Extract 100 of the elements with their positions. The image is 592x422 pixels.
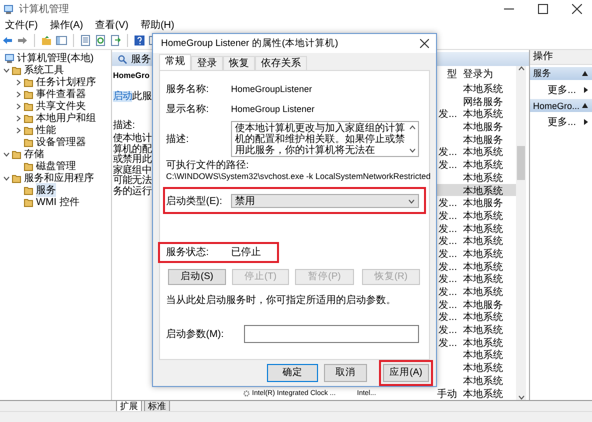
tree-item[interactable]: 存储 — [0, 148, 111, 160]
view-tab[interactable]: 标准 — [144, 401, 170, 412]
scroll-up-icon[interactable] — [518, 66, 524, 71]
description-text: 算机的配 — [113, 144, 152, 154]
description-text: 使本地计 — [113, 134, 152, 144]
start-link[interactable]: 启动 — [113, 91, 132, 102]
expander-icon[interactable] — [15, 102, 22, 110]
group-header[interactable]: 服务 — [530, 67, 592, 80]
column-header[interactable]: 登录为 — [461, 67, 516, 81]
folder-icon[interactable] — [41, 35, 52, 46]
search-icon — [118, 54, 127, 64]
export-icon[interactable] — [110, 35, 121, 46]
field-value: HomeGroupListener — [231, 84, 314, 94]
window-title: 计算机管理 — [19, 2, 69, 16]
expander-icon[interactable] — [3, 66, 10, 74]
table-cell-text: 发... — [438, 108, 458, 122]
dialog-button[interactable]: 应用(A) — [383, 364, 429, 382]
description-label: 描述: — [113, 120, 135, 132]
service-control-button[interactable]: 启动(S) — [168, 269, 226, 285]
expander-icon[interactable] — [15, 126, 22, 134]
table-cell-text: 本地系统 — [462, 234, 504, 248]
dialog-tab[interactable]: 登录 — [191, 56, 223, 70]
tree-item[interactable]: 事件查看器 — [0, 88, 111, 100]
scroll-down-icon[interactable] — [409, 148, 416, 153]
table-cell-text: 发... — [438, 273, 458, 286]
more-link[interactable]: 更多... — [548, 82, 576, 96]
field-label: 显示名称: — [166, 103, 210, 116]
tree-item[interactable]: 磁盘管理 — [0, 160, 111, 172]
more-link[interactable]: 更多... — [548, 114, 576, 128]
field-label: 启动参数(M): — [166, 328, 225, 341]
table-cell-text: 本地系统 — [462, 158, 504, 172]
table-cell-text: 手动 — [436, 388, 458, 400]
field-label: 启动类型(E): — [166, 194, 224, 208]
table-cell-text: 发... — [438, 210, 458, 223]
maximize-icon[interactable] — [538, 4, 548, 14]
dialog-title: HomeGroup Listener 的属性(本地计算机) — [161, 37, 340, 50]
start-params-field[interactable] — [244, 325, 419, 343]
table-cell-text: 发... — [438, 235, 458, 248]
service-title: HomeGro — [113, 70, 150, 82]
path-value: C:\WINDOWS\System32\svchost.exe -k LocalSystemNetworkRestricted — [166, 171, 429, 182]
table-cell-text: 发... — [438, 159, 458, 172]
expander-icon[interactable] — [3, 150, 10, 158]
description-text: 务的运行 — [113, 186, 152, 197]
menu-item[interactable]: 文件(F) — [4, 18, 39, 32]
back-arrow-icon[interactable] — [2, 35, 13, 46]
tree-item[interactable]: 系统工具 — [0, 64, 111, 76]
chevron-down-icon[interactable] — [408, 198, 415, 204]
expander-icon[interactable] — [15, 90, 22, 98]
scrollbar-thumb[interactable] — [517, 146, 525, 180]
tree-item[interactable]: 本地用户和组 — [0, 112, 111, 124]
refresh-icon[interactable] — [95, 35, 106, 46]
expander-icon[interactable] — [15, 114, 22, 122]
table-cell-text: 本地系统 — [462, 324, 504, 338]
tree-item[interactable]: 任务计划程序 — [0, 76, 111, 88]
path-label: 可执行文件的路径: — [166, 160, 250, 171]
close-icon[interactable] — [420, 39, 429, 48]
table-cell-text: 本地系统 — [462, 222, 504, 236]
scroll-down-icon[interactable] — [518, 395, 524, 400]
panel-icon[interactable] — [56, 35, 67, 46]
menu-item[interactable]: 查看(V) — [94, 18, 130, 32]
table-cell-text: 本地系统 — [462, 108, 504, 122]
submenu-arrow-icon[interactable] — [584, 118, 588, 124]
menu-item[interactable]: 操作(A) — [48, 18, 84, 32]
tree-item[interactable]: 计算机管理(本地) — [0, 52, 111, 64]
dialog-button[interactable]: 确定 — [267, 364, 318, 382]
table-cell-text: 本地系统 — [462, 310, 504, 324]
dialog-tab[interactable]: 常规 — [159, 54, 191, 70]
startup-type-select[interactable]: 禁用 — [231, 194, 419, 208]
table-cell-text: 网络服务 — [462, 96, 504, 108]
dialog-tab[interactable]: 依存关系 — [255, 56, 307, 70]
dialog-tab[interactable]: 恢复 — [223, 56, 255, 70]
group-header[interactable]: HomeGro... — [530, 99, 592, 112]
field-label: 服务名称: — [166, 83, 210, 96]
tree-item[interactable]: WMI 控件 — [0, 196, 111, 208]
menu-item[interactable]: 帮助(H) — [139, 18, 176, 32]
collapse-icon[interactable] — [582, 103, 588, 108]
description-field[interactable]: 使本地计算机更改与加入家庭组的计算机的配置和维护相关联。如果停止或禁用此服务，你的计算机将无法在 — [231, 121, 419, 157]
properties-icon[interactable] — [80, 35, 91, 46]
field-label: 描述: — [166, 132, 190, 146]
tree-item[interactable]: 设备管理器 — [0, 136, 111, 148]
dialog-button[interactable]: 取消 — [324, 364, 367, 382]
forward-arrow-icon[interactable] — [17, 35, 28, 46]
collapse-icon[interactable] — [582, 71, 588, 76]
scroll-up-icon[interactable] — [409, 125, 416, 130]
actions-header: 操作 — [530, 50, 592, 65]
description-text: 或禁用此 — [113, 155, 152, 165]
tree-item[interactable]: 服务和应用程序 — [0, 172, 111, 184]
table-cell-text: 本地系统 — [462, 260, 504, 274]
close-icon[interactable] — [572, 4, 582, 14]
view-tab[interactable]: 扩展 — [116, 401, 142, 412]
expander-icon[interactable] — [3, 174, 10, 182]
table-cell-text: 本地系统 — [462, 374, 504, 388]
submenu-arrow-icon[interactable] — [584, 86, 588, 92]
help-icon[interactable] — [134, 35, 145, 46]
tree-item[interactable]: 性能 — [0, 124, 111, 136]
scrollbar[interactable] — [516, 66, 526, 400]
expander-icon[interactable] — [15, 78, 22, 86]
status-value: 已停止 — [231, 246, 262, 259]
tree-item[interactable]: 共享文件夹 — [0, 100, 111, 112]
tree-item[interactable]: 服务 — [0, 184, 111, 196]
